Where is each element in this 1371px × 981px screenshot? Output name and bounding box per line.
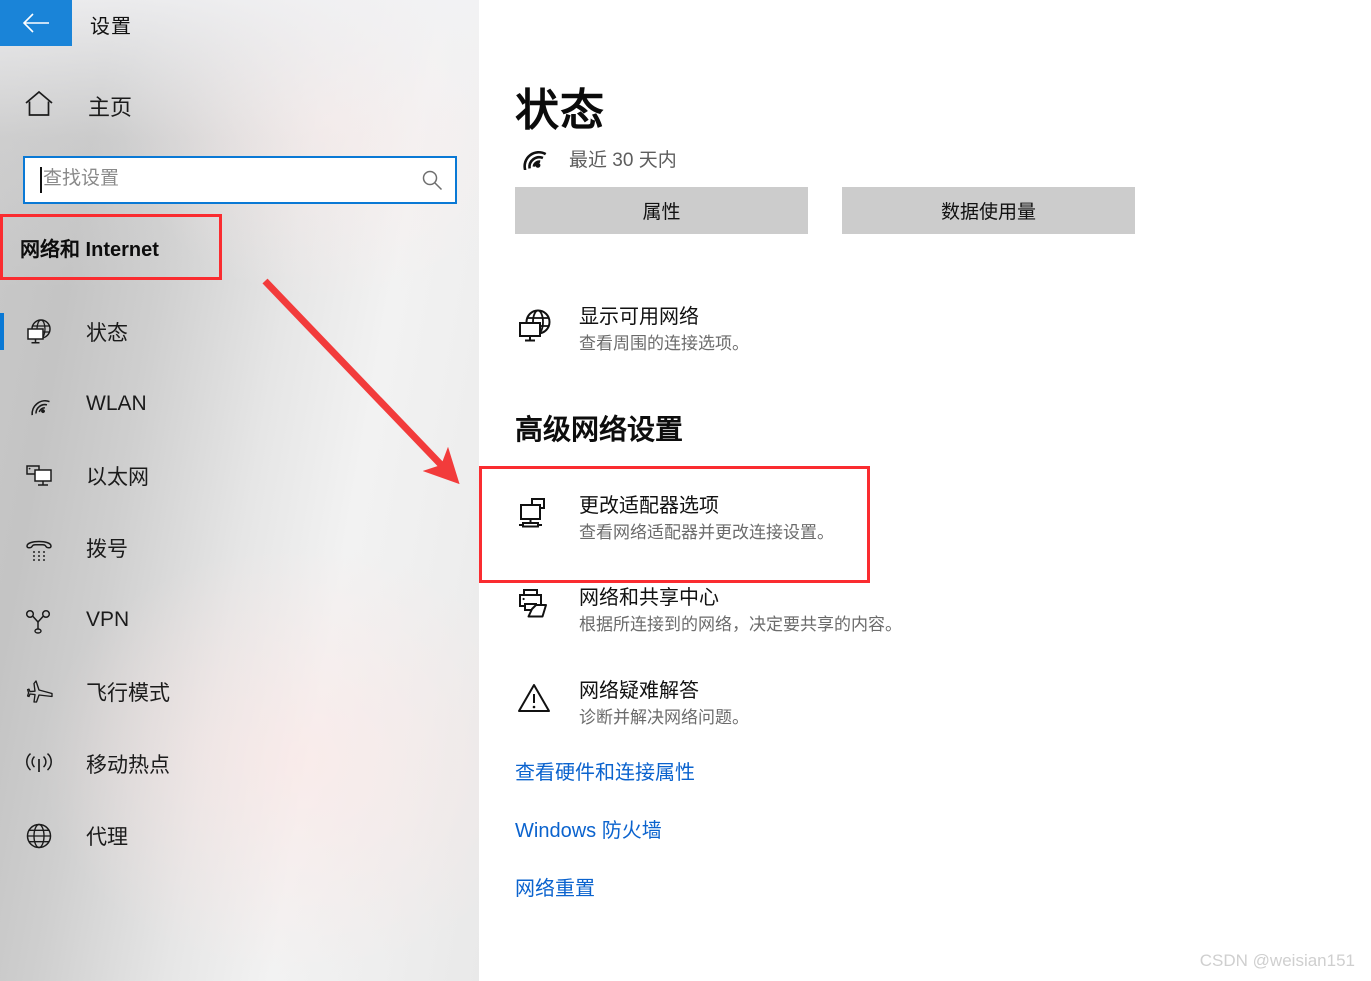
sidebar-item-home[interactable]: 主页	[24, 90, 132, 122]
option-text-block: 网络疑难解答 诊断并解决网络问题。	[579, 678, 749, 731]
sidebar-item-label: WLAN	[86, 391, 147, 415]
sidebar-category-label: 网络和 Internet	[20, 238, 159, 261]
page-title: 状态	[515, 86, 605, 135]
sidebar-item-status[interactable]: 状态	[0, 306, 479, 357]
option-title: 网络和共享中心	[579, 587, 719, 609]
search-icon[interactable]	[409, 158, 455, 202]
sidebar-item-mobile-hotspot[interactable]: 移动热点	[0, 738, 479, 789]
action-button-row: 属性 数据使用量	[515, 187, 1135, 234]
sidebar-nav-list: 状态 WLAN 以太网 拨号 VPN 飞行模式 移动热点 代理	[0, 306, 479, 882]
option-change-adapter-options[interactable]: 更改适配器选项 查看网络适配器并更改连接设置。	[515, 493, 834, 546]
back-button[interactable]	[0, 0, 72, 46]
status-text: 最近 30 天内	[569, 150, 677, 171]
option-title: 显示可用网络	[579, 306, 699, 328]
option-title: 网络疑难解答	[579, 680, 699, 702]
option-description: 诊断并解决网络问题。	[579, 708, 749, 727]
option-description: 查看周围的连接选项。	[579, 334, 749, 353]
printer-folder-icon	[515, 585, 557, 633]
option-text-block: 更改适配器选项 查看网络适配器并更改连接设置。	[579, 493, 834, 546]
option-network-troubleshooter[interactable]: 网络疑难解答 诊断并解决网络问题。	[515, 678, 749, 731]
option-text-block: 网络和共享中心 根据所连接到的网络，决定要共享的内容。	[579, 585, 902, 638]
data-usage-button[interactable]: 数据使用量	[842, 187, 1135, 234]
sidebar-item-label: 飞行模式	[86, 681, 170, 705]
connection-status-line: 最近 30 天内	[515, 142, 677, 175]
sidebar-item-wlan[interactable]: WLAN	[0, 378, 479, 429]
airplane-icon	[24, 677, 64, 707]
search-input[interactable]	[42, 168, 409, 192]
settings-window: 设置 主页 网络和 Internet	[0, 0, 1371, 981]
option-network-sharing-center[interactable]: 网络和共享中心 根据所连接到的网络，决定要共享的内容。	[515, 585, 902, 638]
selection-accent-bar	[0, 313, 4, 350]
sidebar-item-proxy[interactable]: 代理	[0, 810, 479, 861]
vpn-icon	[24, 605, 64, 635]
globe-monitor-icon	[515, 304, 557, 352]
sidebar-category-network-internet[interactable]: 网络和 Internet	[0, 214, 222, 280]
adapter-monitor-icon	[515, 493, 557, 541]
dialup-phone-icon	[24, 533, 64, 563]
option-description: 查看网络适配器并更改连接设置。	[579, 523, 834, 542]
link-network-reset[interactable]: 网络重置	[515, 872, 595, 901]
proxy-globe-icon	[24, 821, 64, 851]
link-windows-firewall[interactable]: Windows 防火墙	[515, 814, 662, 843]
hotspot-icon	[24, 749, 64, 779]
wifi-icon	[24, 389, 64, 419]
sidebar-item-label: 拨号	[86, 537, 128, 561]
sidebar-item-label: 移动热点	[86, 753, 170, 777]
globe-monitor-icon	[24, 317, 64, 347]
section-heading-advanced: 高级网络设置	[515, 414, 684, 445]
search-box[interactable]	[23, 156, 457, 204]
link-view-hardware-connection-properties[interactable]: 查看硬件和连接属性	[515, 756, 695, 785]
option-text-block: 显示可用网络 查看周围的连接选项。	[579, 304, 749, 357]
properties-button[interactable]: 属性	[515, 187, 808, 234]
home-icon	[24, 90, 54, 122]
home-label: 主页	[88, 95, 133, 120]
warning-triangle-icon	[515, 678, 557, 726]
sidebar-item-vpn[interactable]: VPN	[0, 594, 479, 645]
sidebar-item-label: VPN	[86, 607, 130, 631]
option-description: 根据所连接到的网络，决定要共享的内容。	[579, 615, 902, 634]
option-title: 更改适配器选项	[579, 495, 719, 517]
back-arrow-icon	[21, 12, 51, 34]
ethernet-icon	[24, 461, 64, 491]
sidebar-item-dialup[interactable]: 拨号	[0, 522, 479, 573]
main-content: 状态 最近 30 天内 属性 数据使用量 显示可用网络 查看周围的连接选项。 高…	[479, 0, 1371, 981]
wifi-signal-icon	[515, 142, 551, 175]
sidebar-item-label: 状态	[86, 321, 128, 345]
sidebar-item-airplane-mode[interactable]: 飞行模式	[0, 666, 479, 717]
option-show-available-networks[interactable]: 显示可用网络 查看周围的连接选项。	[515, 304, 749, 357]
app-title: 设置	[90, 16, 132, 38]
sidebar-item-label: 代理	[86, 825, 128, 849]
sidebar-item-label: 以太网	[86, 465, 149, 489]
sidebar-item-ethernet[interactable]: 以太网	[0, 450, 479, 501]
csdn-watermark: CSDN @weisian151	[1199, 951, 1355, 970]
